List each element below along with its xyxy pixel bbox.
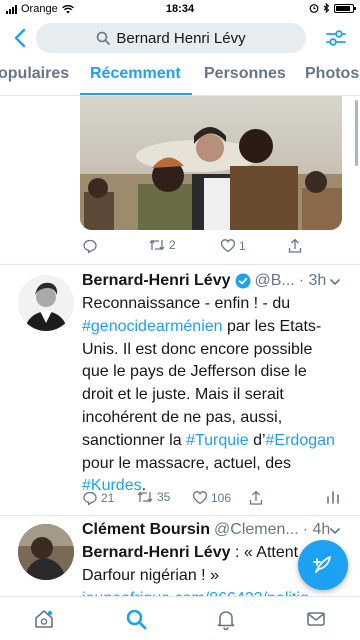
tab-recemment[interactable]: Récemment	[90, 65, 181, 83]
hashtag-link[interactable]: #Erdogan	[266, 432, 335, 449]
tweet-line: droit et le juste. Mais il serait	[82, 386, 284, 404]
analytics-button[interactable]	[326, 490, 340, 504]
tweet-line: incohérent de ne pas, aussi,	[82, 408, 283, 426]
heart-icon	[192, 491, 208, 505]
tweet-line: Reconnaissance - enfin ! - du	[82, 295, 291, 312]
alarm-icon	[309, 4, 319, 13]
reply-button[interactable]: 21	[82, 490, 114, 506]
share-icon	[249, 490, 263, 505]
article-link[interactable]: jeuneafrique.com/866422/politiq	[82, 588, 350, 596]
like-button[interactable]: 106	[192, 490, 231, 505]
share-icon	[288, 238, 302, 253]
hashtag-link[interactable]: #genocidearménien	[82, 318, 223, 335]
tweet-line: #genocidearménien par les Etats-	[82, 316, 350, 339]
tweet-text-fragment: par les Etats-	[222, 317, 322, 335]
retweet-button[interactable]: 2	[148, 238, 176, 252]
chevron-down-icon	[329, 527, 341, 535]
search-icon	[126, 609, 147, 630]
search-icon	[97, 31, 111, 45]
chevron-down-icon	[329, 278, 341, 286]
author-name[interactable]: Clément Boursin	[82, 521, 210, 539]
reply-count: 21	[101, 491, 115, 505]
tweet-actions-previous: 2 1	[0, 238, 360, 256]
retweet-count: 35	[157, 490, 171, 504]
status-right	[309, 3, 356, 13]
avatar[interactable]	[18, 275, 74, 331]
tab-photos[interactable]: Photos	[305, 65, 359, 83]
compose-feather-icon	[313, 556, 331, 573]
clock: 18:34	[165, 3, 195, 15]
tweet-header: Clément Boursin @Clemen... · 4h	[82, 520, 342, 540]
sliders-icon	[326, 30, 346, 46]
nav-notifications[interactable]	[214, 607, 238, 631]
reply-button[interactable]	[82, 238, 98, 254]
hashtag-link[interactable]: #Turquie	[186, 432, 249, 449]
tweet-menu-button[interactable]	[326, 273, 344, 291]
tweet-text-fragment: : « Attent	[230, 544, 299, 561]
like-button[interactable]: 1	[220, 238, 246, 253]
tweet-line: sanctionner la #Turquie d’#Erdogan	[82, 430, 350, 453]
search-tabs: opulaires Récemment Personnes Photos	[0, 58, 360, 96]
like-count: 106	[211, 490, 232, 505]
tweet-line: que le pays de Jefferson dise le	[82, 363, 307, 381]
analytics-icon	[327, 491, 339, 504]
bluetooth-icon	[323, 3, 330, 13]
home-icon	[35, 610, 53, 628]
nav-home[interactable]	[32, 607, 56, 631]
tweet-photo[interactable]	[80, 96, 342, 230]
reply-icon	[83, 239, 97, 254]
back-button[interactable]	[8, 26, 32, 50]
author-handle[interactable]: @B...	[255, 272, 295, 290]
tweet-line: pour le massacre, actuel, des	[82, 454, 291, 472]
author-handle[interactable]: @Clemen...	[214, 521, 299, 539]
avatar-portrait-image	[18, 275, 74, 331]
tweet-header: Bernard-Henri Lévy @B... · 3h	[82, 271, 342, 291]
search-filter-button[interactable]	[324, 26, 348, 50]
like-count: 1	[239, 238, 246, 253]
scrollbar[interactable]	[355, 100, 358, 166]
search-query: Bernard Henri Lévy	[116, 29, 246, 47]
nav-messages[interactable]	[304, 607, 328, 631]
heart-icon	[220, 239, 236, 253]
envelope-icon	[307, 612, 325, 626]
search-header: Bernard Henri Lévy	[0, 20, 360, 56]
retweet-icon	[137, 491, 153, 503]
tab-populaires[interactable]: opulaires	[0, 65, 69, 83]
search-input[interactable]: Bernard Henri Lévy	[36, 23, 306, 53]
share-button[interactable]	[248, 490, 264, 506]
compose-tweet-button[interactable]	[298, 540, 348, 590]
tweet-menu-button[interactable]	[326, 522, 344, 540]
status-bar: Orange 18:34	[0, 0, 360, 18]
retweet-button[interactable]: 35	[136, 490, 170, 504]
author-name[interactable]: Bernard-Henri Lévy	[82, 272, 231, 290]
quoted-author: Bernard-Henri Lévy	[82, 544, 231, 561]
verified-badge-icon	[235, 273, 250, 289]
bell-icon	[217, 611, 235, 630]
avatar[interactable]	[18, 524, 74, 580]
share-button[interactable]	[287, 238, 303, 254]
tab-personnes[interactable]: Personnes	[204, 65, 286, 83]
tweet-bhl[interactable]: Bernard-Henri Lévy @B... · 3h Reconnaiss…	[0, 265, 360, 515]
tweet-text-fragment: d’	[248, 431, 266, 449]
back-arrow-icon	[14, 28, 26, 48]
battery-icon	[334, 3, 356, 13]
tweet-line: Unis. Il est donc encore possible	[82, 340, 313, 358]
tweet-time: · 3h	[298, 272, 327, 289]
nav-search[interactable]	[124, 607, 148, 631]
retweet-icon	[149, 239, 165, 251]
retweet-count: 2	[169, 238, 176, 252]
reply-icon	[83, 491, 97, 506]
bottom-navigation	[0, 596, 360, 640]
photo-people-illustration	[80, 96, 342, 230]
tweet-text: Reconnaissance - enfin ! - du #genocidea…	[82, 293, 350, 498]
tweet-text-fragment: sanctionner la	[82, 431, 187, 449]
tweet-actions: 21 35 106	[0, 490, 360, 508]
avatar-portrait-image	[18, 524, 74, 580]
